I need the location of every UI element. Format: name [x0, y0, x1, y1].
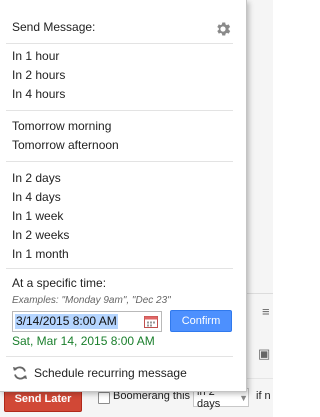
recurring-icon[interactable]: [12, 365, 28, 381]
recurring-message-option[interactable]: Schedule recurring message: [34, 366, 187, 380]
divider: [6, 268, 233, 269]
calendar-icon[interactable]: [144, 315, 158, 328]
specific-time-label: At a specific time:: [12, 276, 107, 290]
option-in-4-days[interactable]: In 4 days: [12, 190, 61, 204]
option-in-1-hour[interactable]: In 1 hour: [12, 49, 59, 63]
gear-icon[interactable]: [214, 20, 232, 38]
option-in-1-week[interactable]: In 1 week: [12, 209, 63, 223]
format-align-icon[interactable]: ≡: [262, 304, 270, 319]
option-in-1-month[interactable]: In 1 month: [12, 247, 69, 261]
boomerang-checkbox[interactable]: [98, 392, 110, 404]
specific-time-examples: Examples: "Monday 9am", "Dec 23": [12, 295, 171, 306]
specific-time-input[interactable]: 3/14/2015 8:00 AM: [12, 311, 162, 332]
divider: [6, 356, 233, 357]
compose-divider: [247, 293, 273, 294]
option-in-4-hours[interactable]: In 4 hours: [12, 87, 65, 101]
chevron-down-icon: ▼: [239, 392, 248, 403]
option-tomorrow-morning[interactable]: Tomorrow morning: [12, 119, 111, 133]
divider: [6, 161, 233, 162]
divider: [6, 43, 233, 44]
specific-time-value: 3/14/2015 8:00 AM: [15, 314, 118, 329]
popup-title: Send Message:: [12, 20, 96, 34]
parsed-date-text: Sat, Mar 14, 2015 8:00 AM: [12, 334, 155, 348]
boomerang-condition-text: if n: [256, 390, 271, 402]
confirm-button[interactable]: Confirm: [170, 310, 232, 332]
option-in-2-hours[interactable]: In 2 hours: [12, 68, 65, 82]
divider: [6, 110, 233, 111]
send-later-popup: Send Message: In 1 hour In 2 hours In 4 …: [0, 0, 247, 392]
option-in-2-weeks[interactable]: In 2 weeks: [12, 228, 69, 242]
insert-image-icon[interactable]: ▣: [258, 346, 270, 362]
option-in-2-days[interactable]: In 2 days: [12, 171, 61, 185]
option-tomorrow-afternoon[interactable]: Tomorrow afternoon: [12, 138, 119, 152]
